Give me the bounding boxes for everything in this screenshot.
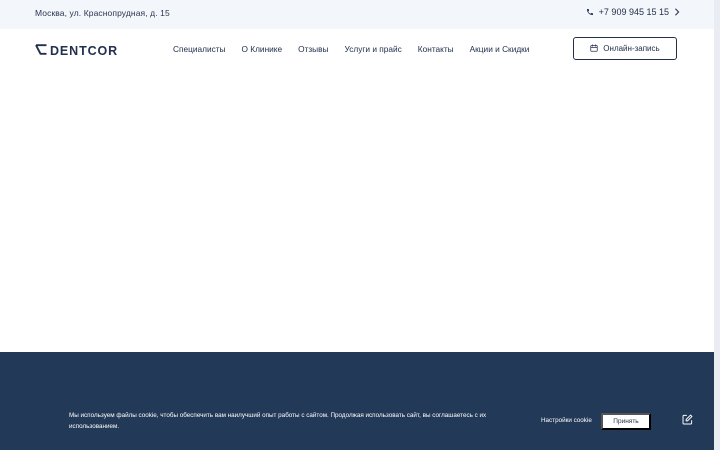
clinic-address: Москва, ул. Краснопрудная, д. 15 <box>35 8 170 18</box>
nav-item-contacts[interactable]: Контакты <box>418 44 454 54</box>
nav-item-services[interactable]: Услуги и прайс <box>345 44 402 54</box>
nav-item-reviews[interactable]: Отзывы <box>298 44 328 54</box>
top-info-bar: Москва, ул. Краснопрудная, д. 15 +7 909 … <box>0 0 714 29</box>
site-logo[interactable]: DENTCOR <box>35 42 118 60</box>
nav-item-promotions[interactable]: Акции и Скидки <box>470 44 530 54</box>
accept-cookies-button[interactable]: Принять <box>601 413 651 430</box>
cookie-notice-text: Мы используем файлы cookie, чтобы обеспе… <box>69 412 487 430</box>
online-booking-label: Онлайн-запись <box>603 44 660 53</box>
logo-mark-icon <box>35 42 47 60</box>
nav-item-about[interactable]: О Клинике <box>242 44 283 54</box>
page-scrollbar[interactable] <box>714 0 720 450</box>
calendar-icon <box>590 44 598 54</box>
phone-number: +7 909 945 15 15 <box>598 7 669 17</box>
online-booking-button[interactable]: Онлайн-запись <box>573 37 677 60</box>
logo-text: DENTCOR <box>50 44 119 58</box>
cookie-settings-link[interactable]: Настройки cookie <box>541 417 592 424</box>
phone-link[interactable]: +7 909 945 15 15 <box>586 7 680 17</box>
nav-item-specialists[interactable]: Специалисты <box>173 44 226 54</box>
edit-icon[interactable] <box>682 412 693 430</box>
page: Москва, ул. Краснопрудная, д. 15 +7 909 … <box>0 0 714 450</box>
phone-icon <box>586 8 594 16</box>
chevron-right-icon <box>674 8 680 16</box>
cookie-banner <box>0 352 714 450</box>
main-nav: Специалисты О Клинике Отзывы Услуги и пр… <box>173 44 529 54</box>
